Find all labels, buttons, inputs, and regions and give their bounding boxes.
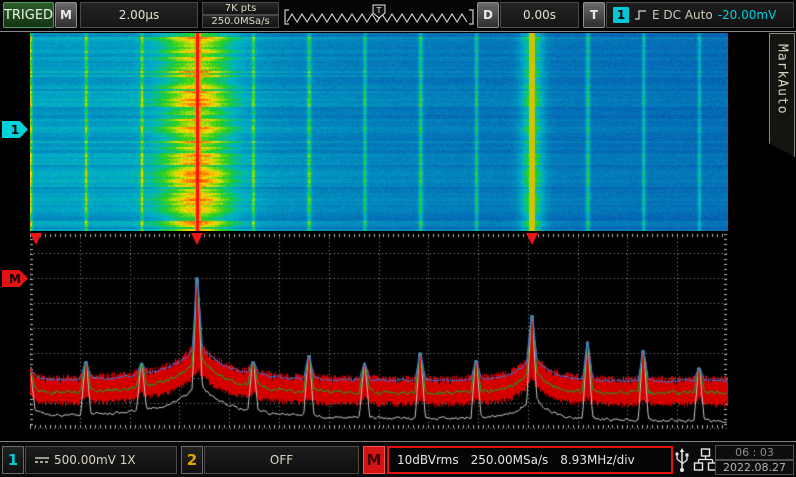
trigger-flag-letter: T: [376, 6, 382, 15]
math-samplerate-value: 250.00MSa/s: [471, 453, 549, 467]
memory-position-indicator[interactable]: T: [283, 3, 477, 28]
math-settings-box[interactable]: 10dBVrms 250.00MSa/s 8.93MHz/div: [387, 446, 673, 474]
markauto-menu-tab[interactable]: MarkAuto: [769, 33, 795, 157]
peak-mark-triangle: [30, 233, 42, 245]
top-status-bar: TRIGED M 2.00µs 7K pts 250.0MSa/s T D 0.…: [0, 0, 796, 32]
trigger-settings-readout[interactable]: 1 E DC Auto -20.00mV: [606, 2, 794, 28]
channel1-settings-box[interactable]: 500.00mV 1X: [25, 446, 177, 474]
math-badge[interactable]: M: [363, 446, 385, 474]
channel1-position-marker[interactable]: 1: [2, 121, 28, 138]
timebase-readout[interactable]: 2.00µs: [80, 2, 198, 28]
channel2-badge[interactable]: 2: [181, 446, 203, 474]
acquisition-readout: 7K pts 250.0MSa/s: [202, 2, 279, 28]
right-bracket-icon: [469, 10, 473, 24]
peak-mark-triangle: [191, 233, 203, 245]
channel2-status-value: OFF: [270, 453, 293, 467]
trigger-mode-label: E DC Auto: [652, 8, 713, 22]
trigger-level-value: -20.00mV: [718, 8, 777, 22]
oscilloscope-screen: TRIGED M 2.00µs 7K pts 250.0MSa/s T D 0.…: [0, 0, 796, 477]
delay-readout[interactable]: 0.00s: [500, 2, 579, 28]
bottom-status-bar: 1 500.00mV 1X 2 OFF M 10dBVrms 250.00MSa…: [0, 441, 796, 477]
horizontal-menu-button[interactable]: M: [55, 2, 77, 28]
channel1-scale-value: 500.00mV 1X: [54, 453, 136, 467]
trigger-status-badge: TRIGED: [3, 2, 54, 28]
trigger-source-badge: 1: [613, 7, 629, 23]
delay-button[interactable]: D: [477, 2, 499, 28]
channel2-settings-box[interactable]: OFF: [204, 446, 359, 474]
clock-time: 06 : 03: [715, 445, 794, 460]
math-span-value: 8.93MHz/div: [560, 453, 635, 467]
spectrum-plot: [30, 231, 728, 440]
dc-coupling-icon: [34, 454, 50, 466]
clock-box: 06 : 03 2022.08.27: [715, 445, 794, 475]
math-scale-value: 10dBVrms: [397, 453, 459, 467]
clock-date: 2022.08.27: [715, 460, 794, 475]
trigger-menu-button[interactable]: T: [583, 2, 605, 28]
channel1-badge[interactable]: 1: [2, 446, 24, 474]
usb-icon: [675, 447, 689, 473]
sample-rate-label: 250.0MSa/s: [202, 15, 279, 28]
memory-depth-label: 7K pts: [202, 2, 279, 15]
math-position-marker[interactable]: M: [2, 270, 28, 287]
peak-mark-triangle: [526, 233, 538, 245]
markauto-menu-label: MarkAuto: [775, 44, 790, 115]
rising-edge-icon: [634, 8, 647, 22]
spectrogram-plot: [30, 33, 728, 231]
